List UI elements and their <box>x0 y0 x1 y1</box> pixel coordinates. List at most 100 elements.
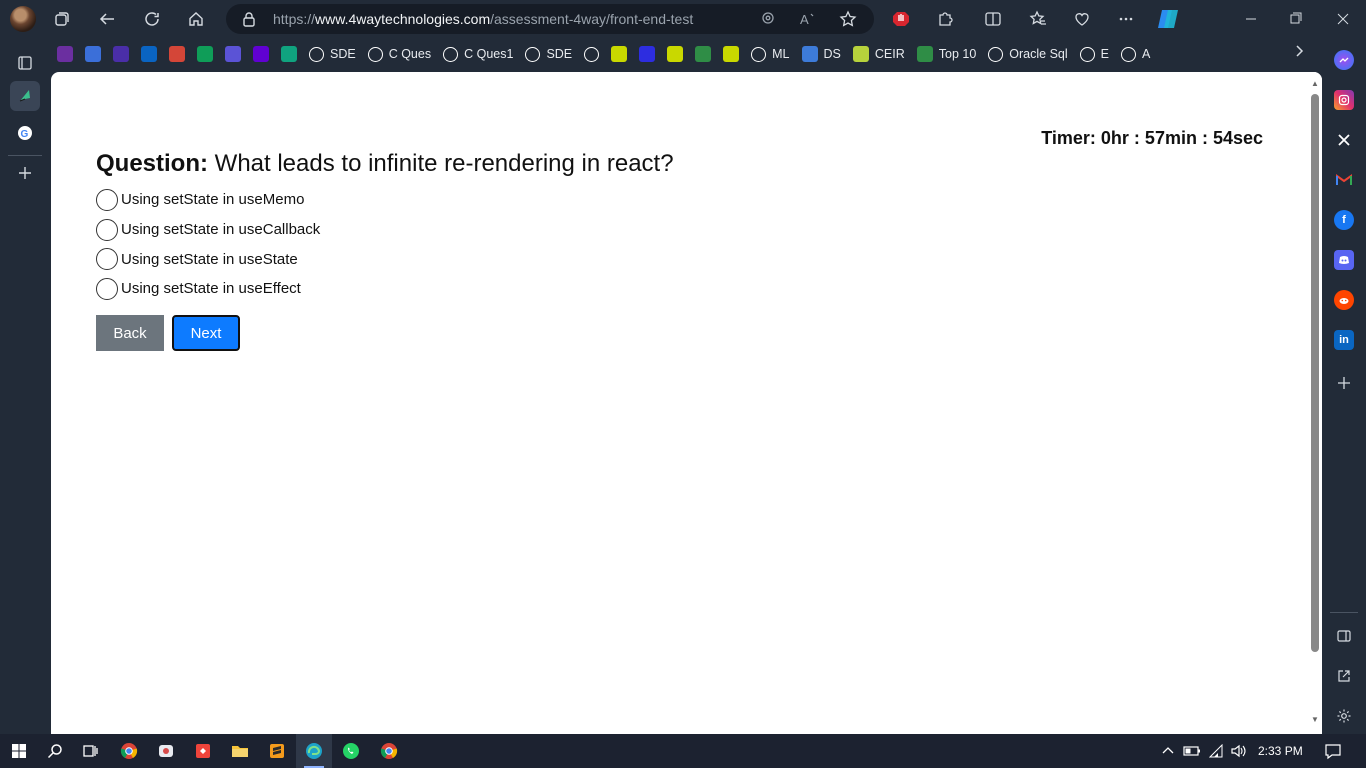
bookmark-item[interactable]: C Ques1 <box>437 41 519 67</box>
chevron-right-icon[interactable] <box>1295 44 1305 61</box>
location-icon[interactable] <box>759 10 777 28</box>
tab-actions-icon[interactable] <box>10 48 40 78</box>
bookmark-item[interactable] <box>275 41 303 67</box>
restore-icon[interactable] <box>1290 8 1302 31</box>
chrome-taskbar-icon-2[interactable] <box>377 739 401 763</box>
scrollbar[interactable]: ▲ ▼ <box>1308 72 1322 734</box>
bookmark-item[interactable]: Oracle Sql <box>982 41 1073 67</box>
bookmark-item[interactable]: Top 10 <box>911 41 983 67</box>
bookmark-item[interactable]: SDE <box>303 41 362 67</box>
minimize-icon[interactable] <box>1245 8 1257 31</box>
show-hidden-icons-chevron-icon[interactable] <box>1156 739 1180 763</box>
bookmark-item[interactable] <box>717 41 745 67</box>
refresh-icon[interactable] <box>137 4 167 34</box>
back-button[interactable]: Back <box>96 315 164 351</box>
x-twitter-icon[interactable] <box>1334 130 1354 150</box>
split-screen-icon[interactable] <box>978 4 1008 34</box>
next-button[interactable]: Next <box>172 315 240 351</box>
bookmark-item[interactable] <box>51 41 79 67</box>
option-usecallback[interactable]: Using setState in useCallback <box>96 215 320 245</box>
bookmark-item[interactable]: DS <box>796 41 847 67</box>
more-options-icon[interactable] <box>1111 4 1141 34</box>
facebook-icon[interactable]: f <box>1334 210 1354 230</box>
windows-start-icon[interactable] <box>7 739 31 763</box>
question-label: Question: <box>96 150 208 177</box>
bookmark-item[interactable] <box>191 41 219 67</box>
search-icon[interactable] <box>43 739 67 763</box>
home-icon[interactable] <box>181 4 211 34</box>
option-usememo[interactable]: Using setState in useMemo <box>96 185 320 215</box>
bookmark-item[interactable]: E <box>1074 41 1115 67</box>
file-explorer-icon[interactable] <box>228 739 252 763</box>
scroll-up-icon[interactable]: ▲ <box>1311 80 1319 88</box>
address-bar[interactable]: https://www.4waytechnologies.com/assessm… <box>226 4 874 34</box>
bookmark-label: SDE <box>330 47 356 61</box>
gmail-icon[interactable] <box>1334 170 1354 190</box>
option-label: Using setState in useCallback <box>121 221 321 239</box>
bookmark-item[interactable]: C Ques <box>362 41 437 67</box>
bookmark-item[interactable] <box>135 41 163 67</box>
add-sidebar-app-icon[interactable] <box>1334 373 1354 393</box>
browser-essentials-icon[interactable] <box>1067 4 1097 34</box>
bookmark-item[interactable] <box>247 41 275 67</box>
edge-taskbar-icon[interactable] <box>302 739 326 763</box>
profile-avatar[interactable] <box>10 6 36 32</box>
media-app-icon[interactable] <box>154 739 178 763</box>
adblock-extension-icon[interactable] <box>886 4 916 34</box>
instagram-icon[interactable] <box>1334 90 1354 110</box>
option-radio[interactable] <box>96 248 118 271</box>
bookmark-item[interactable] <box>661 41 689 67</box>
clock[interactable]: 2:33 PM <box>1258 744 1303 758</box>
read-aloud-icon[interactable]: A <box>799 10 817 28</box>
lock-icon[interactable] <box>242 11 256 32</box>
option-radio[interactable] <box>96 277 118 300</box>
bookmark-item[interactable]: A <box>1115 41 1156 67</box>
discord-icon[interactable] <box>1334 250 1354 270</box>
chrome-taskbar-icon[interactable] <box>117 739 141 763</box>
favorite-star-icon[interactable] <box>839 10 857 28</box>
close-window-icon[interactable] <box>1337 8 1349 31</box>
url-text: https://www.4waytechnologies.com/assessm… <box>273 11 694 27</box>
option-useeffect[interactable]: Using setState in useEffect <box>96 274 320 304</box>
bookmark-item[interactable] <box>605 41 633 67</box>
scrollbar-thumb[interactable] <box>1311 94 1319 652</box>
wifi-icon[interactable] <box>1205 739 1229 763</box>
workspaces-icon[interactable] <box>47 4 77 34</box>
bookmark-item[interactable] <box>219 41 247 67</box>
reddit-icon[interactable] <box>1334 290 1354 310</box>
sublime-text-icon[interactable] <box>265 739 289 763</box>
open-external-icon[interactable] <box>1334 666 1354 686</box>
messenger-icon[interactable] <box>1334 50 1354 70</box>
notifications-icon[interactable] <box>1321 739 1345 763</box>
linkedin-icon[interactable]: in <box>1334 330 1354 350</box>
sidebar-panel-icon[interactable] <box>1334 626 1354 646</box>
volume-icon[interactable] <box>1227 739 1251 763</box>
bookmark-item[interactable] <box>689 41 717 67</box>
bookmark-item[interactable] <box>633 41 661 67</box>
extensions-puzzle-icon[interactable] <box>930 4 960 34</box>
scroll-down-icon[interactable]: ▼ <box>1311 716 1319 724</box>
bookmark-item[interactable] <box>163 41 191 67</box>
bookmark-item[interactable]: CEIR <box>847 41 911 67</box>
copilot-icon[interactable] <box>1153 4 1183 34</box>
settings-gear-icon[interactable] <box>1334 706 1354 726</box>
option-radio[interactable] <box>96 218 118 241</box>
tab-google-icon[interactable]: G <box>10 118 40 148</box>
bookmark-item[interactable] <box>107 41 135 67</box>
whatsapp-icon[interactable] <box>339 739 363 763</box>
bookmark-item[interactable]: ML <box>745 41 795 67</box>
bookmark-item[interactable] <box>79 41 107 67</box>
option-radio[interactable] <box>96 188 118 211</box>
back-arrow-icon[interactable] <box>92 4 122 34</box>
anydesk-icon[interactable] <box>191 739 215 763</box>
bookmark-label: Top 10 <box>938 47 977 61</box>
battery-icon[interactable] <box>1180 739 1204 763</box>
new-tab-plus-icon[interactable] <box>10 158 40 188</box>
blue-circle-icon <box>85 46 101 62</box>
favorites-icon[interactable] <box>1023 4 1053 34</box>
option-usestate[interactable]: Using setState in useState <box>96 244 320 274</box>
bookmark-item[interactable]: SDE <box>519 41 578 67</box>
task-view-icon[interactable] <box>78 739 102 763</box>
bookmark-item[interactable] <box>578 41 605 67</box>
active-tab-4way-icon[interactable] <box>10 81 40 111</box>
